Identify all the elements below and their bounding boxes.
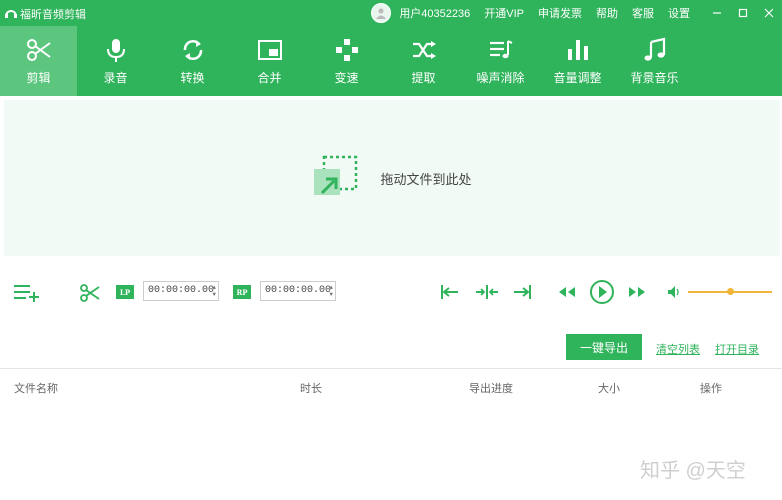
drop-zone[interactable]: 拖动文件到此处 — [4, 100, 780, 256]
column-header-progress[interactable]: 导出进度 — [469, 380, 513, 396]
tool-label: 噪声消除 — [476, 70, 525, 85]
scissors-icon — [26, 38, 51, 61]
vip-link[interactable]: 开通VIP — [484, 5, 524, 21]
split-icon[interactable] — [476, 284, 498, 300]
speaker-icon[interactable] — [667, 285, 681, 299]
tool-denoise[interactable]: 噪声消除 — [462, 26, 539, 96]
tool-volume[interactable]: 音量调整 — [539, 26, 616, 96]
column-header-duration[interactable]: 时长 — [300, 380, 322, 396]
drop-hint: 拖动文件到此处 — [380, 171, 472, 187]
user-icon — [376, 8, 387, 19]
end-time-value: 00:00:00.00 — [265, 285, 332, 296]
end-time-input[interactable]: 00:00:00.00 ▲ ▼ — [260, 281, 336, 301]
rp-badge: RP — [233, 285, 251, 299]
edit-controls: LP 00:00:00.00 ▲ ▼ RP 00:00:00.00 ▲ ▼ — [0, 276, 782, 308]
column-header-filename[interactable]: 文件名称 — [14, 380, 58, 396]
speed-icon — [335, 38, 358, 61]
tool-convert[interactable]: 转换 — [154, 26, 231, 96]
export-button[interactable]: 一键导出 — [566, 334, 642, 360]
maximize-button[interactable] — [730, 0, 756, 26]
noise-icon — [489, 39, 512, 58]
start-time-spinner[interactable]: ▲ ▼ — [212, 284, 216, 298]
tool-label: 音量调整 — [553, 70, 602, 85]
tool-record[interactable]: 录音 — [77, 26, 154, 96]
tool-merge[interactable]: 合并 — [231, 26, 308, 96]
maximize-icon — [738, 8, 748, 18]
convert-icon — [183, 39, 202, 60]
extract-icon — [412, 40, 436, 59]
tool-label: 剪辑 — [26, 70, 51, 85]
close-icon — [764, 8, 774, 18]
watermark: 知乎 @天空 — [640, 460, 746, 482]
minimize-icon — [713, 12, 721, 14]
play-icon[interactable] — [589, 279, 615, 305]
music-note-icon — [644, 37, 665, 61]
add-file-icon[interactable] — [14, 284, 40, 302]
avatar[interactable] — [371, 3, 392, 23]
microphone-icon — [106, 38, 125, 62]
start-time-input[interactable]: 00:00:00.00 ▲ ▼ — [143, 281, 219, 301]
close-button[interactable] — [756, 0, 782, 26]
user-name[interactable]: 用户40352236 — [399, 5, 470, 21]
open-folder-link[interactable]: 打开目录 — [715, 341, 759, 357]
drag-drop-icon — [314, 155, 358, 195]
jump-start-icon[interactable] — [441, 284, 459, 300]
tool-label: 录音 — [103, 70, 128, 85]
volume-slider-handle[interactable] — [727, 288, 734, 295]
tool-label: 背景音乐 — [630, 70, 679, 85]
clear-list-link[interactable]: 清空列表 — [656, 341, 700, 357]
invoice-link[interactable]: 申请发票 — [538, 5, 582, 21]
tool-cut[interactable]: 剪辑 — [0, 26, 77, 96]
merge-icon — [257, 39, 282, 60]
rewind-icon[interactable] — [558, 286, 576, 298]
tool-extract[interactable]: 提取 — [385, 26, 462, 96]
title-bar: 福昕音频剪辑 用户40352236 开通VIP 申请发票 帮助 客服 设置 — [0, 0, 782, 26]
end-time-spinner[interactable]: ▲ ▼ — [329, 284, 333, 298]
fast-forward-icon[interactable] — [628, 286, 646, 298]
app-logo-icon — [5, 10, 17, 18]
lp-badge: LP — [116, 285, 134, 299]
tool-label: 提取 — [411, 70, 436, 85]
tool-speed[interactable]: 变速 — [308, 26, 385, 96]
tool-label: 合并 — [257, 70, 282, 85]
column-header-size[interactable]: 大小 — [598, 380, 620, 396]
help-link[interactable]: 帮助 — [596, 5, 618, 21]
table-divider — [0, 368, 782, 369]
start-time-value: 00:00:00.00 — [148, 285, 215, 296]
app-title: 福昕音频剪辑 — [20, 9, 86, 21]
settings-link[interactable]: 设置 — [668, 5, 690, 21]
tool-label: 变速 — [334, 70, 359, 85]
service-link[interactable]: 客服 — [632, 5, 654, 21]
main-toolbar: 剪辑 录音 转换 合并 变速 提取 噪声消除 音量调整 背景音乐 — [0, 26, 782, 96]
jump-end-icon[interactable] — [513, 284, 531, 300]
tool-bgm[interactable]: 背景音乐 — [616, 26, 693, 96]
volume-bars-icon — [567, 39, 588, 60]
minimize-button[interactable] — [704, 0, 730, 26]
column-header-actions[interactable]: 操作 — [700, 380, 722, 396]
tool-label: 转换 — [180, 70, 205, 85]
cut-icon[interactable] — [80, 283, 100, 303]
